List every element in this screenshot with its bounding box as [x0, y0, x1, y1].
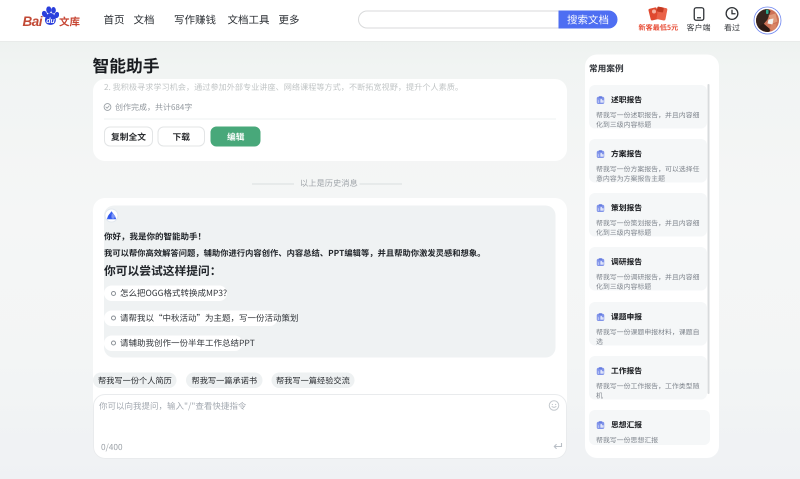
svg-text:du: du — [46, 18, 55, 25]
